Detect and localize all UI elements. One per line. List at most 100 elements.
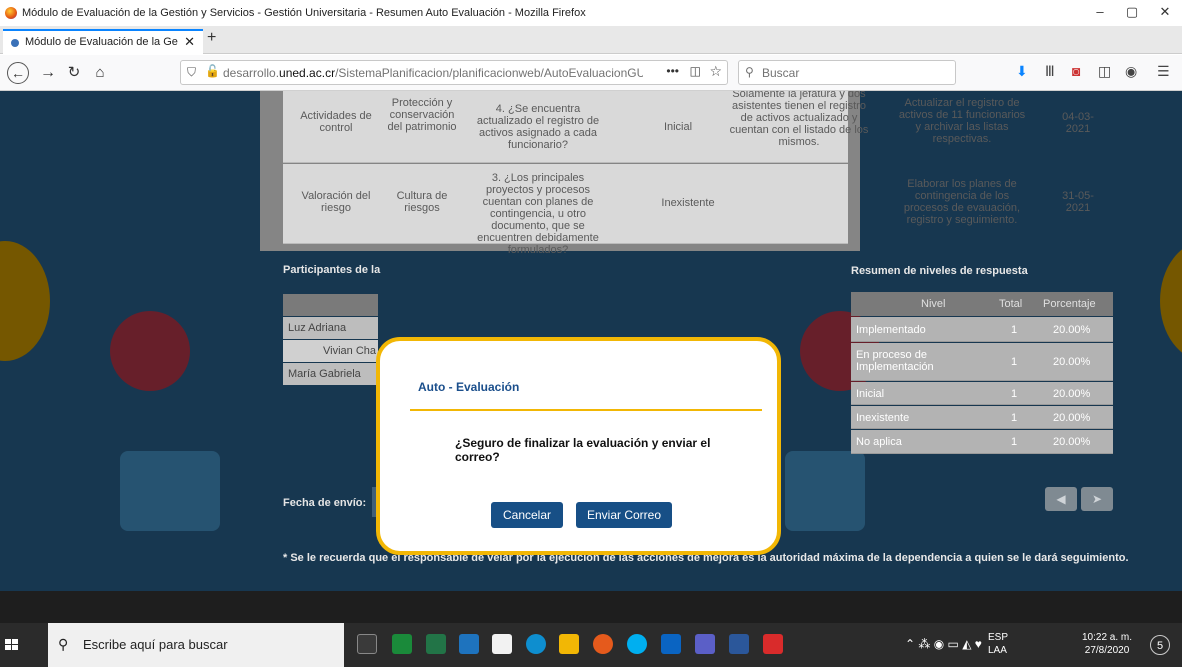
- cell-nivel: En proceso de Implementación: [856, 349, 934, 373]
- confirm-dialog: Auto - Evaluación ¿Seguro de finalizar l…: [376, 337, 781, 555]
- home-icon[interactable]: ⌂: [88, 61, 112, 85]
- send-email-button[interactable]: Enviar Correo: [576, 502, 672, 528]
- sidebar-icon[interactable]: ◫: [1098, 63, 1111, 80]
- cell-nivel: Inexistente: [856, 412, 910, 424]
- cell-porcentaje: 20.00%: [1053, 324, 1091, 336]
- windows-taskbar: ⚲ Escribe aquí para buscar ⌃ ⁂ ◉ ▭ ◭ ♥ E…: [0, 623, 1182, 667]
- edge-icon[interactable]: [526, 634, 546, 654]
- address-bar[interactable]: ⛉ 🔓 desarrollo.uned.ac.cr/SistemaPlanifi…: [180, 60, 728, 85]
- column-header: Total: [999, 298, 1023, 310]
- cell-accion: Actualizar el registro de activos de 11 …: [898, 97, 1026, 145]
- cell-nivel: Inexistente: [661, 197, 715, 209]
- maximize-button[interactable]: ▢: [1117, 4, 1147, 22]
- search-icon: ⚲: [745, 65, 754, 79]
- outlook-icon[interactable]: [661, 634, 681, 654]
- table-row: Actividades de control Protección y cons…: [283, 91, 1094, 163]
- excel-icon[interactable]: [426, 634, 446, 654]
- insecure-lock-icon[interactable]: 🔓: [205, 64, 220, 78]
- navigation-toolbar: ← → ↻ ⌂ ⛉ 🔓 desarrollo.uned.ac.cr/Sistem…: [0, 55, 1182, 91]
- table-row: Inexistente 1 20.00%: [851, 406, 1113, 429]
- tab-active[interactable]: Módulo de Evaluación de la Ge ✕: [3, 29, 203, 54]
- word-icon[interactable]: [729, 634, 749, 654]
- cell-porcentaje: 20.00%: [1053, 356, 1091, 368]
- notification-center-icon[interactable]: 5: [1150, 635, 1170, 655]
- list-item: Luz Adriana: [283, 317, 378, 339]
- file-icon[interactable]: [492, 634, 512, 654]
- list-item: Vivian Cha: [283, 340, 378, 362]
- cell-porcentaje: 20.00%: [1053, 436, 1091, 448]
- cell-total: 1: [1011, 356, 1018, 368]
- taskbar-search-input[interactable]: ⚲ Escribe aquí para buscar: [48, 623, 344, 667]
- dialog-question: ¿Seguro de finalizar la evaluación y env…: [455, 436, 711, 464]
- url-text[interactable]: desarrollo.uned.ac.cr/SistemaPlanificaci…: [223, 66, 643, 80]
- table-row: En proceso de Implementación 1 20.00%: [851, 343, 1113, 381]
- cell-nivel: Inicial: [856, 388, 885, 400]
- cell-nivel: Implementado: [856, 324, 926, 336]
- clock-date: 27/8/2020: [1084, 645, 1130, 656]
- cell-accion: Elaborar los planes de contingencia de l…: [903, 178, 1021, 226]
- file-explorer-icon[interactable]: [559, 634, 579, 654]
- pocket-icon[interactable]: ◫: [690, 64, 701, 78]
- table-row: No aplica 1 20.00%: [851, 430, 1113, 454]
- forward-icon[interactable]: →: [36, 61, 60, 85]
- table-row: Inicial 1 20.00%: [851, 382, 1113, 405]
- send-button[interactable]: ➤: [1081, 487, 1113, 511]
- resumen-title: Resumen de niveles de respuesta: [851, 265, 1028, 277]
- cell-componente: Actividades de control: [300, 110, 372, 134]
- page-content: Actividades de control Protección y cons…: [0, 91, 1182, 623]
- cell-total: 1: [1011, 412, 1018, 424]
- cell-categoria: Cultura de riesgos: [396, 190, 448, 214]
- firefox-icon: [5, 7, 17, 19]
- back-icon[interactable]: ←: [7, 62, 29, 84]
- column-header: Nivel: [921, 298, 946, 310]
- site-favicon-icon: [11, 39, 19, 47]
- cell-categoria: Protección y conservación del patrimonio: [387, 97, 457, 133]
- tab-strip: Módulo de Evaluación de la Ge ✕: [0, 26, 1182, 54]
- firefox-taskbar-icon[interactable]: [593, 634, 613, 654]
- minimize-button[interactable]: –: [1085, 4, 1115, 22]
- participantes-title: Participantes de la: [283, 264, 381, 276]
- cancel-button[interactable]: Cancelar: [491, 502, 563, 528]
- cell-nivel: No aplica: [856, 436, 902, 448]
- dialog-divider: [410, 409, 762, 411]
- start-button[interactable]: [0, 623, 24, 667]
- cell-total: 1: [1011, 324, 1018, 336]
- reload-icon[interactable]: ↻: [62, 61, 86, 85]
- teams-icon[interactable]: [695, 634, 715, 654]
- task-view-icon[interactable]: [357, 634, 377, 654]
- edge-legacy-icon[interactable]: [459, 634, 479, 654]
- back-arrow-button[interactable]: ◀: [1045, 487, 1077, 511]
- window-title: Módulo de Evaluación de la Gestión y Ser…: [22, 7, 586, 19]
- pocket-toolbar-icon[interactable]: ◙: [1072, 63, 1080, 79]
- cell-total: 1: [1011, 436, 1018, 448]
- tracking-shield-icon[interactable]: ⛉: [187, 65, 196, 80]
- cell-pregunta: 3. ¿Los principales proyectos y procesos…: [477, 172, 599, 256]
- close-window-button[interactable]: ✕: [1150, 4, 1180, 22]
- page-actions-icon[interactable]: •••: [666, 64, 679, 78]
- cell-nivel: Inicial: [663, 121, 693, 133]
- system-tray-icons[interactable]: ⌃ ⁂ ◉ ▭ ◭ ♥: [905, 637, 982, 651]
- dialog-title: Auto - Evaluación: [418, 380, 520, 394]
- acrobat-icon[interactable]: [763, 634, 783, 654]
- participantes-header: [283, 294, 378, 316]
- search-input[interactable]: ⚲ Buscar: [738, 60, 956, 85]
- skype-icon[interactable]: [627, 634, 647, 654]
- cell-total: 1: [1011, 388, 1018, 400]
- new-tab-button[interactable]: +: [207, 29, 216, 47]
- app-icon[interactable]: [392, 634, 412, 654]
- account-icon[interactable]: ◉: [1125, 63, 1137, 80]
- lang-layout: LAA: [988, 645, 1007, 656]
- cell-componente: Valoración del riesgo: [301, 190, 371, 214]
- download-icon[interactable]: ⬇: [1016, 63, 1028, 80]
- lang-code: ESP: [988, 632, 1009, 643]
- window-titlebar: Módulo de Evaluación de la Gestión y Ser…: [0, 0, 1182, 26]
- menu-icon[interactable]: ☰: [1157, 63, 1170, 80]
- search-icon: ⚲: [58, 636, 69, 652]
- list-item: María Gabriela: [283, 363, 378, 385]
- cell-pregunta: 4. ¿Se encuentra actualizado el registro…: [476, 103, 600, 151]
- tab-close-icon[interactable]: ✕: [184, 34, 195, 50]
- library-icon[interactable]: Ⅲ: [1045, 63, 1055, 80]
- language-indicator[interactable]: ESP LAA: [988, 631, 1008, 657]
- bookmark-star-icon[interactable]: ☆: [709, 63, 722, 80]
- clock[interactable]: 10:22 a. m. 27/8/2020: [1082, 631, 1132, 657]
